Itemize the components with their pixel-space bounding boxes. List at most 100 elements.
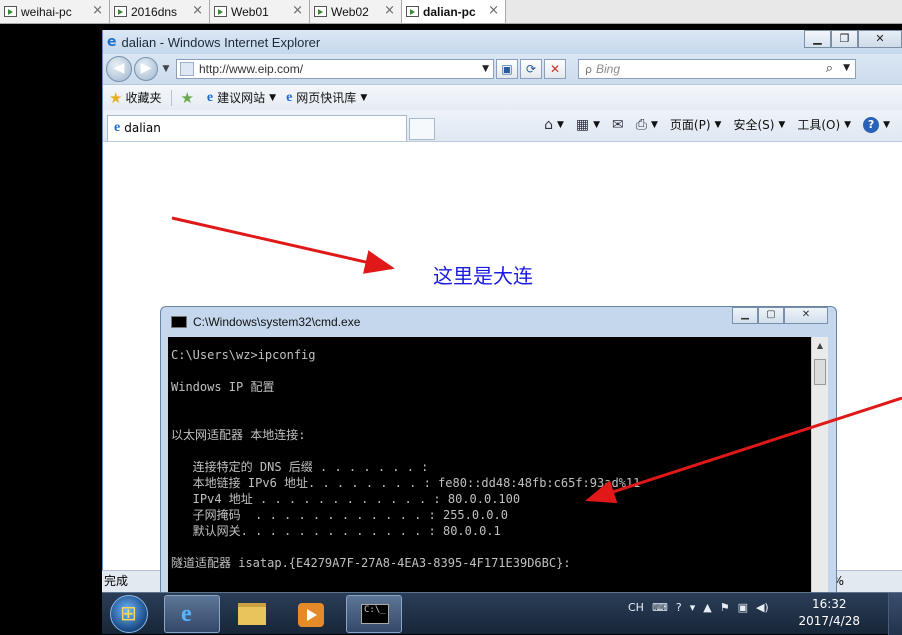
vm-tab-2016dns[interactable]: 2016dns × bbox=[110, 0, 210, 23]
ime-options-icon[interactable]: ▾ bbox=[690, 601, 696, 614]
taskbar: e C:\_ CH ⌨ ? ▾ ▲ ⚑ ▣ ◀) 16:32 2017/4/28 bbox=[102, 592, 902, 635]
vm-tab-weihai-pc[interactable]: weihai-pc × bbox=[0, 0, 110, 23]
network-icon[interactable]: ▣ bbox=[738, 601, 748, 614]
refresh-button[interactable]: ⟳ bbox=[520, 59, 542, 79]
favorites-bar: ★ 收藏夹 ★ e 建议网站 ▼ e 网页快讯库 ▼ bbox=[103, 84, 902, 110]
taskbar-ie-button[interactable]: e bbox=[164, 595, 220, 633]
close-icon[interactable]: × bbox=[488, 3, 499, 18]
chevron-down-icon: ▼ bbox=[714, 119, 722, 130]
favorites-button[interactable]: ★ 收藏夹 bbox=[109, 89, 161, 107]
safety-menu-label: 安全(S) bbox=[733, 118, 775, 132]
minimize-button[interactable]: ▁ bbox=[732, 307, 758, 324]
safety-menu[interactable]: 安全(S) ▼ bbox=[733, 116, 785, 133]
console-line: IPv4 地址 . . . . . . . . . . . . : 80.0.0… bbox=[171, 492, 521, 506]
compatibility-view-button[interactable]: ▣ bbox=[496, 59, 518, 79]
media-player-icon bbox=[298, 603, 324, 627]
search-box[interactable]: ρ Bing ⌕ ▼ bbox=[578, 59, 856, 79]
console-icon bbox=[171, 316, 187, 328]
taskbar-explorer-button[interactable] bbox=[224, 595, 280, 633]
search-input[interactable]: Bing bbox=[596, 62, 620, 76]
chevron-down-icon[interactable]: ▼ bbox=[843, 63, 850, 73]
volume-icon[interactable]: ◀) bbox=[756, 601, 769, 614]
help-button[interactable]: ? ▼ bbox=[863, 116, 890, 133]
scroll-thumb[interactable] bbox=[814, 359, 826, 385]
show-desktop-button[interactable] bbox=[888, 593, 902, 635]
taskbar-media-player-button[interactable] bbox=[284, 595, 340, 633]
vm-icon bbox=[406, 6, 419, 17]
chevron-down-icon: ▼ bbox=[883, 119, 890, 130]
forward-button[interactable]: ▶ bbox=[134, 57, 158, 81]
ie-page-icon: e bbox=[286, 89, 293, 105]
tools-menu[interactable]: 工具(O) ▼ bbox=[797, 116, 851, 133]
browser-tab-row: e dalian ⌂ ▼ ▦ ▼ ✉ ⎙ ▼ 页面(P) ▼ 安全(S) ▼ 工具(O) ▼… bbox=[103, 110, 902, 142]
scroll-up-arrow[interactable]: ▲ bbox=[812, 337, 828, 354]
home-button[interactable]: ⌂ ▼ bbox=[544, 117, 564, 133]
folder-icon bbox=[238, 603, 266, 625]
web-slice-gallery-button[interactable]: e 网页快讯库 ▼ bbox=[286, 89, 367, 106]
chevron-down-icon: ▼ bbox=[556, 119, 564, 130]
rss-icon: ▦ bbox=[575, 116, 590, 133]
clock[interactable]: 16:32 2017/4/28 bbox=[798, 596, 860, 630]
add-to-favorites-bar-button[interactable]: ★ bbox=[180, 89, 196, 107]
window-title: dalian - Windows Internet Explorer bbox=[121, 34, 321, 50]
cmd-window-controls: ▁ ▢ ✕ bbox=[732, 307, 828, 324]
start-button[interactable] bbox=[110, 595, 148, 633]
page-icon bbox=[180, 62, 194, 76]
maximize-button[interactable]: ▢ bbox=[758, 307, 784, 324]
vm-tab-label: weihai-pc bbox=[21, 4, 72, 19]
close-button[interactable]: ✕ bbox=[858, 30, 902, 48]
taskbar-cmd-button[interactable]: C:\_ bbox=[346, 595, 402, 633]
new-tab-button[interactable] bbox=[409, 117, 435, 140]
maximize-button[interactable]: ❐ bbox=[831, 30, 858, 48]
search-icon[interactable]: ⌕ bbox=[826, 61, 833, 76]
vm-tab-label: 2016dns bbox=[131, 4, 178, 19]
vm-tab-web01[interactable]: Web01 × bbox=[210, 0, 310, 23]
browser-tab[interactable]: e dalian bbox=[107, 114, 407, 141]
help-icon: ? bbox=[863, 116, 880, 133]
console-line: C:\Users\wz>ipconfig bbox=[171, 348, 316, 362]
bing-icon: ρ bbox=[585, 62, 592, 76]
vm-tab-dalian-pc[interactable]: dalian-pc × bbox=[402, 0, 506, 23]
chevron-down-icon[interactable]: ▼ bbox=[482, 64, 489, 74]
recent-pages-dropdown[interactable]: ▼ bbox=[160, 64, 172, 74]
page-menu[interactable]: 页面(P) ▼ bbox=[670, 116, 722, 133]
cmd-title-bar[interactable]: C:\Windows\system32\cmd.exe ▁ ▢ ✕ bbox=[161, 307, 836, 337]
console-line: 默认网关. . . . . . . . . . . . . : 80.0.0.1 bbox=[171, 524, 501, 538]
tab-title: dalian bbox=[124, 121, 161, 135]
vm-icon bbox=[114, 6, 127, 17]
command-bar: ⌂ ▼ ▦ ▼ ✉ ⎙ ▼ 页面(P) ▼ 安全(S) ▼ 工具(O) ▼ ? ▼ bbox=[544, 116, 902, 133]
show-hidden-icons-arrow[interactable]: ▲ bbox=[703, 601, 711, 614]
minimize-button[interactable]: ▁ bbox=[804, 30, 831, 48]
close-icon[interactable]: × bbox=[384, 3, 395, 18]
close-icon[interactable]: × bbox=[92, 3, 103, 18]
language-indicator[interactable]: CH bbox=[628, 601, 644, 614]
console-line: 连接特定的 DNS 后缀 . . . . . . . : bbox=[171, 460, 429, 474]
vm-tab-label: Web02 bbox=[331, 4, 369, 19]
keyboard-icon[interactable]: ⌨ bbox=[652, 601, 668, 614]
vm-icon bbox=[4, 6, 17, 17]
suggested-sites-button[interactable]: e 建议网站 ▼ bbox=[207, 89, 276, 106]
ie-title-bar[interactable]: e dalian - Windows Internet Explorer ▁ ❐… bbox=[103, 30, 902, 54]
action-center-flag-icon[interactable]: ⚑ bbox=[720, 601, 730, 614]
close-icon[interactable]: × bbox=[292, 3, 303, 18]
print-button[interactable]: ⎙ ▼ bbox=[636, 117, 658, 133]
address-bar[interactable]: http://www.eip.com/ ▼ bbox=[176, 59, 494, 79]
system-tray: CH ⌨ ? ▾ ▲ ⚑ ▣ ◀) bbox=[628, 601, 777, 614]
console-scrollbar[interactable]: ▲ ▼ bbox=[811, 337, 828, 607]
chevron-down-icon: ▼ bbox=[778, 119, 786, 130]
close-icon[interactable]: × bbox=[192, 3, 203, 18]
vm-tab-web02[interactable]: Web02 × bbox=[310, 0, 402, 23]
feeds-button[interactable]: ▦ ▼ bbox=[576, 117, 600, 133]
read-mail-button[interactable]: ✉ bbox=[612, 117, 624, 133]
close-button[interactable]: ✕ bbox=[784, 307, 828, 324]
console-output[interactable]: C:\Users\wz>ipconfig Windows IP 配置 以太网适配器 … bbox=[168, 337, 819, 607]
back-button[interactable]: ◀ bbox=[106, 56, 132, 82]
chevron-down-icon: ▼ bbox=[360, 92, 368, 103]
console-line: Windows IP 配置 bbox=[171, 380, 275, 394]
console-line: 子网掩码 . . . . . . . . . . . . : 255.0.0.0 bbox=[171, 508, 508, 522]
vm-icon bbox=[214, 6, 227, 17]
stop-button[interactable]: ✕ bbox=[544, 59, 566, 79]
help-icon[interactable]: ? bbox=[676, 601, 682, 614]
chevron-down-icon: ▼ bbox=[650, 119, 658, 130]
address-input[interactable]: http://www.eip.com/ bbox=[199, 62, 303, 76]
